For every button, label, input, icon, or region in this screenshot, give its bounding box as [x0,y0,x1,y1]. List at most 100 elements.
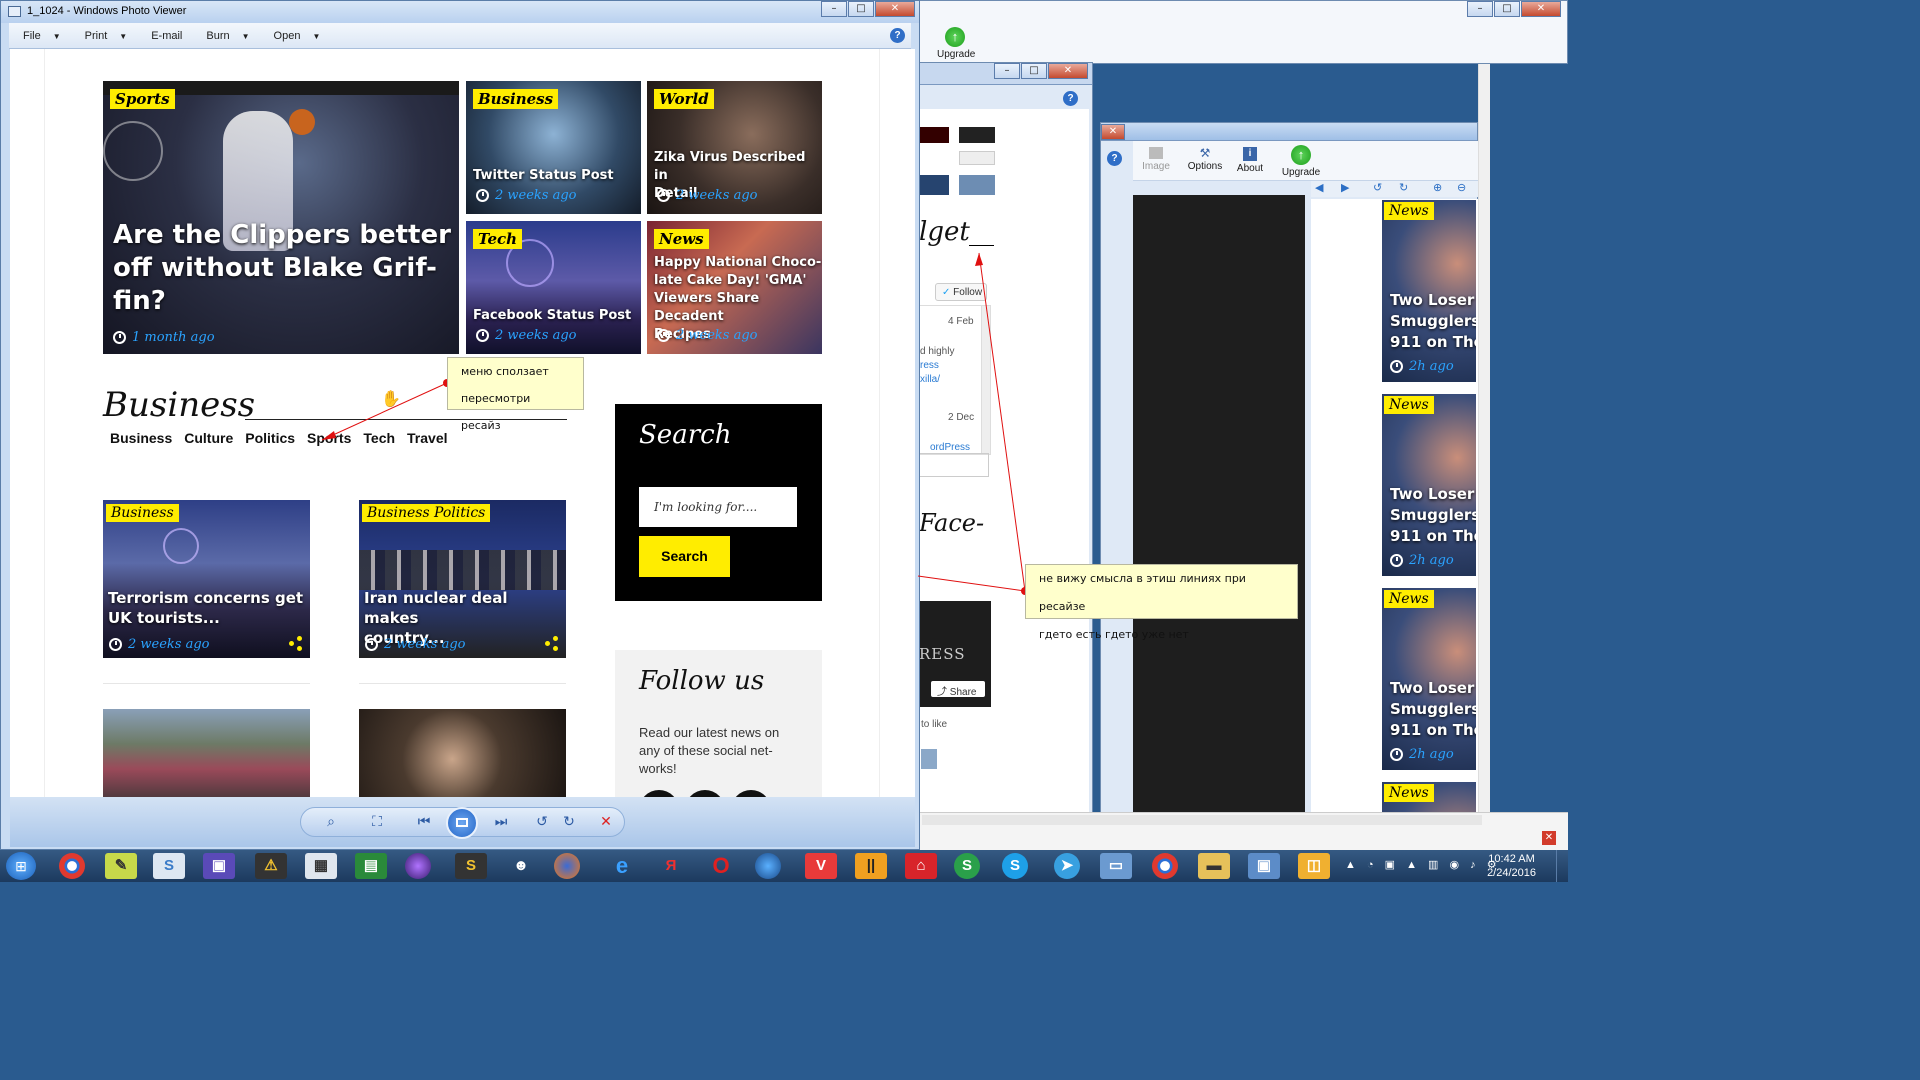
opera-icon[interactable]: O [705,853,737,879]
article-card[interactable]: Business Terrorism concerns get UK touri… [103,500,310,658]
fm-app-icon[interactable]: || [855,853,887,879]
news-card[interactable]: News Two Loser Smugglers 911 on The 2h ago [1382,394,1476,576]
about-button[interactable]: i About [1235,147,1265,174]
article-card[interactable] [359,709,566,797]
small-tile[interactable]: News Happy National Choco- late Cake Day… [647,221,822,354]
folder-icon[interactable]: ▬ [1198,853,1230,879]
follow-button[interactable]: ✓ Follow [935,283,987,301]
nav-sports[interactable]: Sports [307,430,351,446]
horizontal-scrollbar[interactable] [922,815,1482,825]
ninja-icon[interactable]: ☻ [505,853,537,879]
firefox-icon[interactable] [554,853,580,879]
zoom-in-icon[interactable]: ⊕ [1433,181,1442,194]
category-tag[interactable]: News [1384,590,1434,608]
tile-title[interactable]: Facebook Status Post [473,307,631,325]
search-input[interactable]: I'm looking for.... [639,487,797,527]
small-tile[interactable]: Business Twitter Status Post 2 weeks ago [466,81,641,214]
menu-open[interactable]: Open ▼ [274,30,321,42]
previous-icon[interactable]: ⏮ [413,813,435,831]
nav-travel[interactable]: Travel [407,430,447,446]
card-title[interactable]: Two Loser Smugglers 911 on The [1390,290,1476,353]
small-tile[interactable]: World Zika Virus Described in Detail 2 w… [647,81,822,214]
category-tag[interactable]: News [654,229,709,249]
category-tag[interactable]: Business [106,504,179,522]
maximize-button[interactable]: □ [1021,63,1047,79]
chart-app-icon[interactable]: ▤ [355,853,387,879]
clock[interactable]: 10:42 AM 2/24/2016 [1487,852,1536,880]
menu-burn[interactable]: Burn ▼ [206,30,249,42]
fb-share-button[interactable]: ⤴ Share [931,681,985,698]
show-desktop-button[interactable] [1556,850,1568,882]
prev-icon[interactable]: ◀ [1315,181,1323,194]
feed-scrollbar[interactable] [981,306,990,454]
featured-title[interactable]: Are the Clippers better off without Blak… [113,219,451,318]
feed-link[interactable]: ordPress [930,442,970,453]
feed-link[interactable]: ress [920,360,939,371]
maximize-button[interactable]: □ [848,1,874,17]
news-card[interactable]: News Two Loser Smugglers 911 on The 2h ago [1382,588,1476,770]
category-tag[interactable]: News [1384,396,1434,414]
ie-icon[interactable]: e [606,853,638,879]
rotate-left-icon[interactable]: ↺ [1373,181,1382,194]
menu-print[interactable]: Print ▼ [85,30,128,42]
news-card[interactable]: News Two Loser Smugglers 911 on The 2h ago [1382,200,1476,382]
article-card[interactable]: Business Politics Iran nuclear deal make… [359,500,566,658]
nav-politics[interactable]: Politics [245,430,295,446]
feed-link[interactable]: xilla/ [920,374,940,385]
category-tag[interactable]: Business [473,89,559,109]
notepad-icon[interactable]: ✎ [105,853,137,879]
vivaldi-icon[interactable]: V [805,853,837,879]
right-scrollbar[interactable] [1478,64,1490,816]
help-icon[interactable]: ? [1063,91,1078,106]
s-app-icon[interactable]: S [153,853,185,879]
social-icon[interactable] [639,790,679,797]
chrome-icon[interactable] [59,853,85,879]
nav-business[interactable]: Business [110,430,172,446]
image-button[interactable]: Image [1141,147,1171,172]
category-tag[interactable]: Tech [473,229,523,249]
app-window-icon[interactable]: ▭ [1100,853,1132,879]
category-tag[interactable]: News [1384,202,1434,220]
close-button[interactable]: ✕ [1048,63,1088,79]
s-green-icon[interactable]: S [954,853,980,879]
maximize-button[interactable]: □ [1494,1,1520,17]
featured-tile[interactable]: Sports Are the Clippers better off witho… [103,81,459,354]
start-button[interactable]: ⊞ [6,852,36,880]
upgrade-button[interactable]: ↑ Upgrade [937,27,975,60]
slideshow-button[interactable] [446,807,478,839]
category-tag[interactable]: Business [362,504,435,522]
card-title[interactable]: Terrorism concerns get UK tourists... [108,588,303,628]
globe-icon[interactable] [755,853,781,879]
sticky-note[interactable]: меню сползает пересмотри ресайз [447,357,584,432]
photo-app-icon[interactable]: ◫ [1298,853,1330,879]
upgrade-button[interactable]: ↑ Upgrade [1281,145,1321,178]
rotate-left-icon[interactable]: ↺ [531,813,553,831]
share-icon[interactable] [289,636,303,651]
card-title[interactable]: Two Loser Smugglers 911 on The [1390,484,1476,547]
input-box[interactable] [919,453,989,477]
telegram-icon[interactable]: ➤ [1054,853,1080,879]
share-icon[interactable] [545,636,559,651]
close-button[interactable]: ✕ [1101,124,1125,140]
zoom-icon[interactable]: ⌕ [320,813,342,831]
skype-icon[interactable]: S [1002,853,1028,879]
card-title[interactable]: Two Loser Smugglers 911 on The [1390,678,1476,741]
nav-culture[interactable]: Culture [184,430,233,446]
menu-email[interactable]: E-mail [151,30,182,42]
chrome-icon[interactable] [1152,853,1178,879]
calculator-icon[interactable]: ▦ [305,853,337,879]
floppy-icon[interactable]: ▣ [203,853,235,879]
category-tag[interactable]: News [1384,784,1434,802]
zoom-out-icon[interactable]: ⊖ [1457,181,1466,194]
social-icon[interactable] [685,790,725,797]
small-tile[interactable]: Tech Facebook Status Post 2 weeks ago [466,221,641,354]
category-tag[interactable]: World [654,89,714,109]
menu-file[interactable]: File ▼ [23,30,61,42]
help-icon[interactable]: ? [1107,151,1122,166]
minimize-button[interactable]: – [821,1,847,17]
next-icon[interactable]: ▶ [1341,181,1349,194]
close-button[interactable]: ✕ [875,1,915,17]
search-button[interactable]: Search [639,536,730,577]
minimize-button[interactable]: – [994,63,1020,79]
warning-app-icon[interactable]: ⚠ [255,853,287,879]
